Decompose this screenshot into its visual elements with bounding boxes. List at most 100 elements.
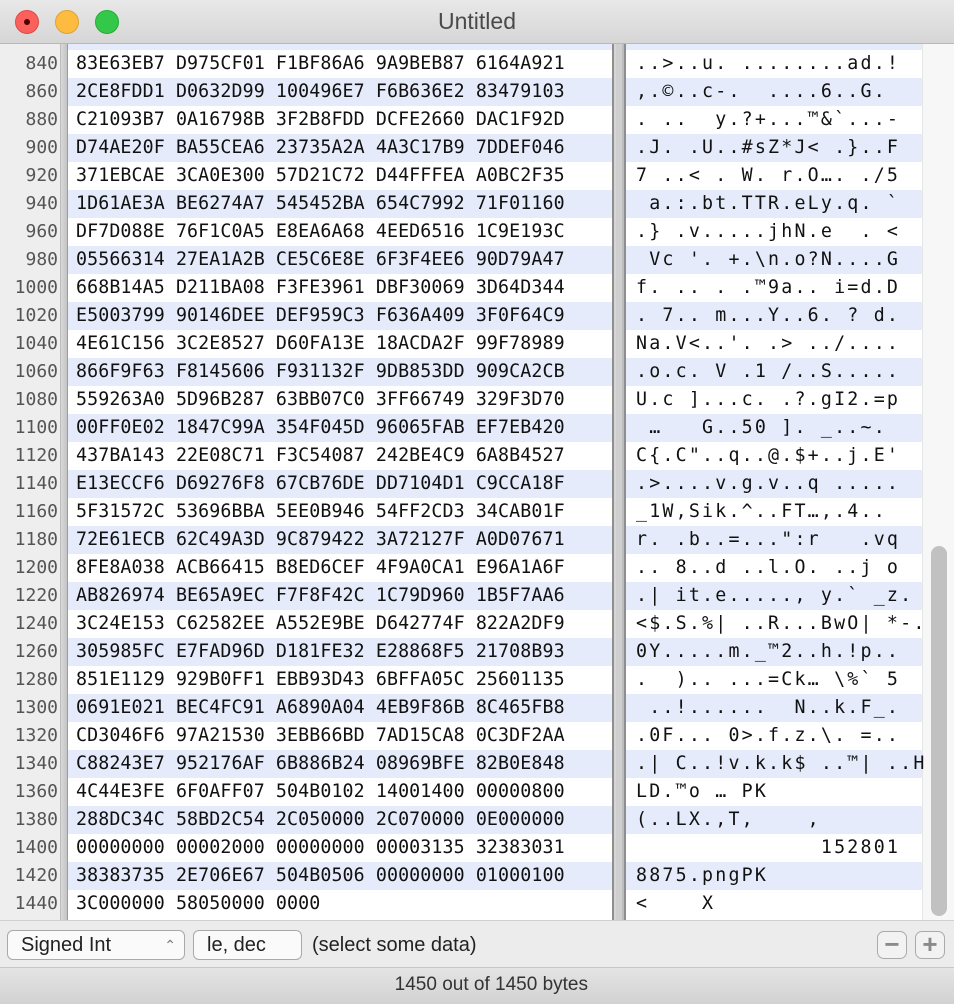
row-offset: 960 xyxy=(25,221,58,242)
ascii-row[interactable]: .>....v.g.v..q ..... xyxy=(636,470,922,498)
hex-row[interactable]: 1D61AE3A BE6274A7 545452BA 654C7992 71F0… xyxy=(76,190,612,218)
hex-row[interactable]: 8FE8A038 ACB66415 B8ED6CEF 4F9A0CA1 E96A… xyxy=(76,554,612,582)
row-offset: 1160 xyxy=(14,501,58,522)
row-offset: 1400 xyxy=(14,837,58,858)
row-offset: 1360 xyxy=(14,781,58,802)
row-offset: 1240 xyxy=(14,613,58,634)
hex-row[interactable]: 3C000000 58050000 0000 xyxy=(76,890,612,918)
row-offset: 1060 xyxy=(14,361,58,382)
minus-icon: − xyxy=(884,929,900,959)
ascii-row[interactable]: . ).. ...=Ck… \%` 5 xyxy=(636,666,922,694)
row-offset: 1040 xyxy=(14,333,58,354)
hex-row[interactable]: D74AE20F BA55CEA6 23735A2A 4A3C17B9 7DDE… xyxy=(76,134,612,162)
hex-row[interactable]: 38383735 2E706E67 504B0506 00000000 0100… xyxy=(76,862,612,890)
row-offset: 1280 xyxy=(14,669,58,690)
row-offset: 1180 xyxy=(14,529,58,550)
row-offset: 1080 xyxy=(14,389,58,410)
hex-row[interactable]: 5F31572C 53696BBA 5EE0B946 54FF2CD3 34CA… xyxy=(76,498,612,526)
ascii-row[interactable]: 7 ..< . W. r.O…. ./5 xyxy=(636,162,922,190)
plus-icon: + xyxy=(922,929,938,959)
ascii-row[interactable]: .} .v.....jhN.e . < xyxy=(636,218,922,246)
row-offset: 840 xyxy=(25,53,58,74)
ascii-row[interactable]: Vc '. +.\n.o?N....G xyxy=(636,246,922,274)
ascii-row[interactable]: < X xyxy=(636,890,922,918)
hex-row[interactable]: 437BA143 22E08C71 F3C54087 242BE4C9 6A8B… xyxy=(76,442,612,470)
add-inspector-button[interactable]: + xyxy=(915,931,945,959)
ascii-row[interactable]: r. .b..=...":r .vq xyxy=(636,526,922,554)
hex-row[interactable]: C21093B7 0A16798B 3F2B8FDD DCFE2660 DAC1… xyxy=(76,106,612,134)
ascii-row[interactable]: . 7.. m...Y..6. ? d. xyxy=(636,302,922,330)
inspector-bar: Signed Int ⌃ le, dec (select some data) … xyxy=(0,920,954,968)
ascii-row[interactable]: f. .. . .™9a.. i=d.D xyxy=(636,274,922,302)
ascii-row[interactable]: .J. .U..#sZ*J< .}..F xyxy=(636,134,922,162)
ascii-row[interactable]: .| it.e....., y.` _z. xyxy=(636,582,922,610)
hex-row[interactable]: 4C44E3FE 6F0AFF07 504B0102 14001400 0000… xyxy=(76,778,612,806)
ascii-row[interactable]: 8875.pngPK xyxy=(636,862,922,890)
ascii-row[interactable]: <$.S.%| ..R...BwO| *-. xyxy=(636,610,924,638)
row-offset: 1340 xyxy=(14,753,58,774)
row-offset: 1220 xyxy=(14,585,58,606)
row-offset: 1260 xyxy=(14,641,58,662)
ascii-row[interactable]: ..>..u. ........ad.! xyxy=(636,50,922,78)
remove-inspector-button[interactable]: − xyxy=(877,931,907,959)
row-offset: 1320 xyxy=(14,725,58,746)
ascii-row[interactable]: 0Y.....m._™2..h.!p.. xyxy=(636,638,922,666)
row-offset: 1380 xyxy=(14,809,58,830)
hex-row[interactable]: 371EBCAE 3CA0E300 57D21C72 D44FFFEA A0BC… xyxy=(76,162,612,190)
row-offset: 1440 xyxy=(14,893,58,914)
ascii-row[interactable]: C{.C"..q..@.$+..j.E' xyxy=(636,442,922,470)
row-offset: 1140 xyxy=(14,473,58,494)
hex-row[interactable]: E5003799 90146DEE DEF959C3 F636A409 3F0F… xyxy=(76,302,612,330)
hex-row[interactable]: 559263A0 5D96B287 63BB07C0 3FF66749 329F… xyxy=(76,386,612,414)
hex-row[interactable]: 3C24E153 C62582EE A552E9BE D642774F 822A… xyxy=(76,610,612,638)
hex-row[interactable]: C88243E7 952176AF 6B886B24 08969BFE 82B0… xyxy=(76,750,612,778)
ascii-row[interactable]: U.c ]...c. .?.gI2.=p xyxy=(636,386,922,414)
endian-format-button[interactable]: le, dec xyxy=(193,930,302,960)
hex-row[interactable]: 288DC34C 58BD2C54 2C050000 2C070000 0E00… xyxy=(76,806,612,834)
hex-row[interactable]: CD3046F6 97A21530 3EBB66BD 7AD15CA8 0C3D… xyxy=(76,722,612,750)
hex-row[interactable]: 668B14A5 D211BA08 F3FE3961 DBF30069 3D64… xyxy=(76,274,612,302)
data-type-select[interactable]: Signed Int ⌃ xyxy=(7,930,185,960)
ascii-row[interactable]: ..!...... N..k.F_. xyxy=(636,694,922,722)
hex-row[interactable]: 05566314 27EA1A2B CE5C6E8E 6F3F4EE6 90D7… xyxy=(76,246,612,274)
hex-row[interactable]: DF7D088E 76F1C0A5 E8EA6A68 4EED6516 1C9E… xyxy=(76,218,612,246)
ascii-row[interactable]: . .. y.?+...™&`...- xyxy=(636,106,922,134)
row-offset: 1020 xyxy=(14,305,58,326)
scrollbar-thumb[interactable] xyxy=(931,546,947,916)
hex-row[interactable]: 00FF0E02 1847C99A 354F045D 96065FAB EF7E… xyxy=(76,414,612,442)
hex-row[interactable]: 2CE8FDD1 D0632D99 100496E7 F6B636E2 8347… xyxy=(76,78,612,106)
hex-row[interactable]: 866F9F63 F8145606 F931132F 9DB853DD 909C… xyxy=(76,358,612,386)
hex-row[interactable]: AB826974 BE65A9EC F7F8F42C 1C79D960 1B5F… xyxy=(76,582,612,610)
ascii-row[interactable]: a.:.bt.TTR.eLy.q. ` xyxy=(636,190,922,218)
ascii-row[interactable]: Na.V<..'. .> ../.... xyxy=(636,330,922,358)
gutter-separator xyxy=(60,44,68,920)
hex-row[interactable]: 851E1129 929B0FF1 EBB93D43 6BFFA05C 2560… xyxy=(76,666,612,694)
ascii-row[interactable]: LD.™o … PK xyxy=(636,778,922,806)
hex-row[interactable]: 0691E021 BEC4FC91 A6890A04 4EB9F86B 8C46… xyxy=(76,694,612,722)
row-offset: 940 xyxy=(25,193,58,214)
hex-row[interactable]: 72E61ECB 62C49A3D 9C879422 3A72127F A0D0… xyxy=(76,526,612,554)
hex-row[interactable]: 83E63EB7 D975CF01 F1BF86A6 9A9BEB87 6164… xyxy=(76,50,612,78)
hex-row[interactable]: 00000000 00002000 00000000 00003135 3238… xyxy=(76,834,612,862)
ascii-row[interactable]: .0F... 0>.f.z.\. =.. xyxy=(636,722,922,750)
hex-row[interactable]: 4E61C156 3C2E8527 D60FA13E 18ACDA2F 99F7… xyxy=(76,330,612,358)
ascii-row[interactable]: .o.c. V .1 /..S..... xyxy=(636,358,922,386)
window-title: Untitled xyxy=(438,8,516,34)
ascii-row[interactable]: … G..50 ]. _..~. xyxy=(636,414,922,442)
ascii-row[interactable]: .| C..!v.k.k$ ..™| ..H xyxy=(636,750,924,778)
row-offset: 880 xyxy=(25,109,58,130)
up-down-chevron-icon: ⌃ xyxy=(164,937,176,953)
hex-row[interactable]: E13ECCF6 D69276F8 67CB76DE DD7104D1 C9CC… xyxy=(76,470,612,498)
row-offset: 980 xyxy=(25,249,58,270)
pane-divider[interactable] xyxy=(612,44,626,920)
row-offset: 1000 xyxy=(14,277,58,298)
ascii-row[interactable]: 152801 xyxy=(636,834,922,862)
ascii-row[interactable]: ,.©..c-. ....6..G. xyxy=(636,78,922,106)
ascii-row[interactable]: _1W,Sik.^..FT…,.4.. xyxy=(636,498,922,526)
ascii-row[interactable]: (..LX.,T, , xyxy=(636,806,922,834)
ascii-row[interactable]: .. 8..d ..l.O. ..j o xyxy=(636,554,922,582)
row-offset: 1100 xyxy=(14,417,58,438)
hex-row[interactable]: 305985FC E7FAD96D D181FE32 E28868F5 2170… xyxy=(76,638,612,666)
row-offset: 1120 xyxy=(14,445,58,466)
row-offset: 1300 xyxy=(14,697,58,718)
